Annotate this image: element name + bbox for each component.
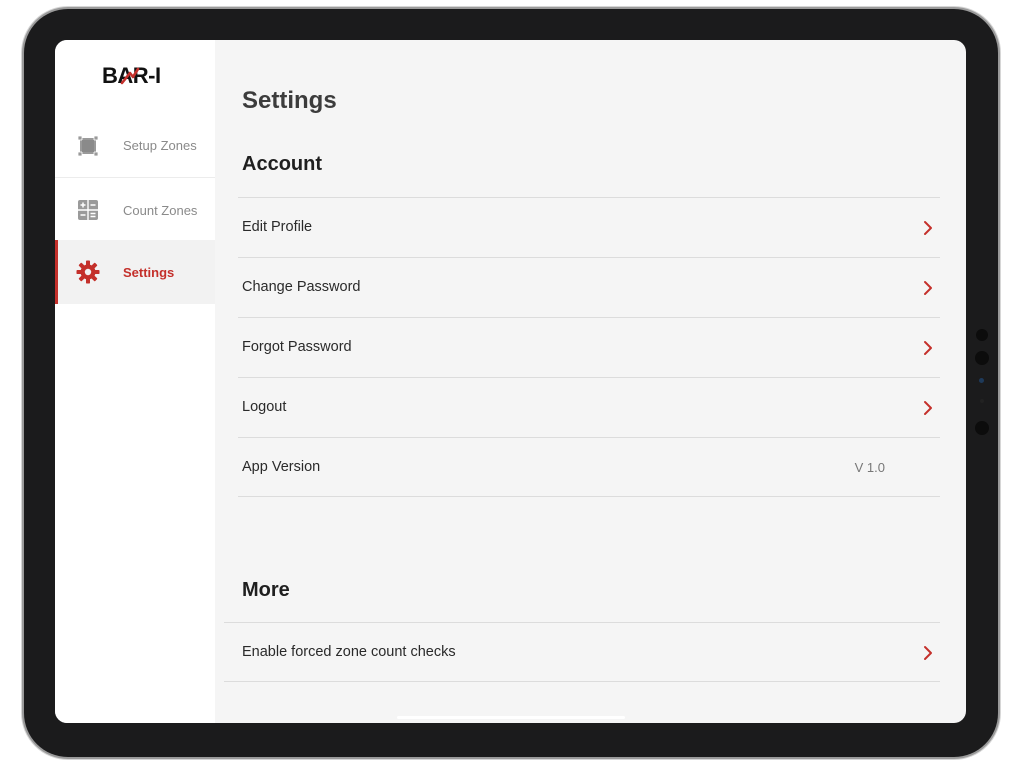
page-title: Settings [242, 87, 337, 114]
settings-row-enable-forced-zone-count-checks[interactable]: Enable forced zone count checks [224, 622, 940, 682]
section-title-account: Account [242, 153, 322, 175]
app-version-value: V 1.0 [854, 460, 885, 475]
row-label: Forgot Password [242, 339, 352, 355]
sidebar: BAR-I Setup Zones Count Zones Settings [55, 40, 215, 723]
settings-row-app-version: App Version V 1.0 [238, 437, 940, 497]
row-label: Enable forced zone count checks [242, 644, 456, 660]
home-indicator[interactable] [397, 716, 625, 719]
sensor-dot [979, 378, 984, 383]
row-label: Logout [242, 399, 287, 415]
calculator-icon [78, 200, 98, 220]
sensor-dot [976, 329, 988, 341]
sidebar-item-settings[interactable]: Settings [55, 240, 215, 304]
setup-zones-icon [77, 135, 99, 157]
app-screen: BAR-I Setup Zones Count Zones Settings S… [55, 40, 966, 723]
chevron-right-icon [924, 401, 932, 415]
sensor-dot [975, 421, 989, 435]
gear-icon [76, 260, 100, 284]
sidebar-item-label: Count Zones [123, 202, 198, 218]
settings-row-logout[interactable]: Logout [238, 377, 940, 437]
chevron-right-icon [924, 221, 932, 235]
settings-main: Settings Account Edit Profile Change Pas… [215, 40, 966, 723]
sidebar-item-setup-zones[interactable]: Setup Zones [55, 114, 215, 178]
row-label: Change Password [242, 279, 361, 295]
chevron-right-icon [924, 646, 932, 660]
side-sensors [975, 329, 989, 449]
sensor-dot [975, 351, 989, 365]
section-title-more: More [242, 579, 290, 601]
chevron-right-icon [924, 341, 932, 355]
settings-row-edit-profile[interactable]: Edit Profile [238, 197, 940, 257]
settings-row-forgot-password[interactable]: Forgot Password [238, 317, 940, 377]
settings-row-change-password[interactable]: Change Password [238, 257, 940, 317]
sidebar-item-label: Setup Zones [123, 138, 197, 153]
sidebar-item-label: Settings [123, 264, 175, 280]
app-logo: BAR-I [102, 63, 161, 88]
row-label: App Version [242, 459, 321, 475]
row-label: Edit Profile [242, 219, 313, 235]
chevron-right-icon [924, 281, 932, 295]
sensor-dot [980, 399, 984, 403]
sidebar-item-count-zones[interactable]: Count Zones [55, 178, 215, 242]
logo-slash-icon [120, 67, 140, 85]
